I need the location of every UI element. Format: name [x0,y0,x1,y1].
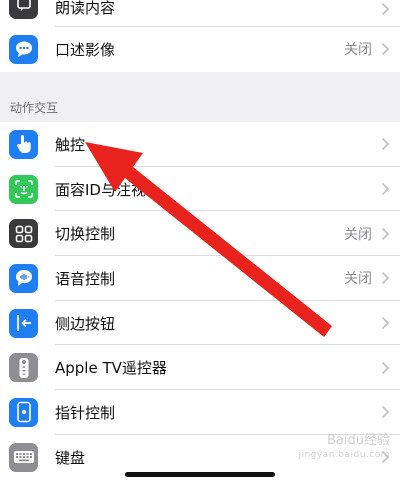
settings-group-top: 朗读内容 口述影像 关闭 [0,0,400,72]
watermark: Baidu经验 jingyan.baidu.com [298,434,390,462]
row-voice-control[interactable]: 语音控制 关闭 [0,256,400,301]
hand-touch-icon [9,129,38,159]
row-label: 朗读内容 [55,0,116,17]
watermark-logo-text: Baidu经验 [327,433,390,448]
row-touch[interactable]: 触控 [0,122,400,167]
row-label: 指针控制 [55,403,116,422]
chevron-right-icon [381,138,390,151]
voice-control-icon [9,263,38,293]
remote-icon [9,353,38,383]
row-label: Apple TV遥控器 [55,359,167,378]
home-indicator[interactable] [125,472,275,477]
chevron-right-icon [381,182,390,196]
chevron-right-icon [381,272,390,285]
chat-bubble-icon [9,34,38,64]
chevron-right-icon [381,2,390,16]
row-value: 关闭 [344,42,372,59]
chevron-right-icon [381,406,390,419]
row-audio-descriptions[interactable]: 口述影像 关闭 [0,27,400,72]
row-label: 面容ID与注视 [55,180,146,199]
row-label: 触控 [55,135,86,154]
chevron-right-icon [381,361,390,374]
row-face-id[interactable]: 面容ID与注视 [0,167,400,212]
row-value: 关闭 [344,226,372,243]
row-label: 语音控制 [55,269,116,288]
watermark-url: jingyan.baidu.com [298,450,390,460]
chevron-right-icon [381,227,390,240]
side-button-icon [9,308,38,338]
row-switch-control[interactable]: 切换控制 关闭 [0,211,400,257]
row-side-button[interactable]: 侧边按钮 [0,301,400,346]
grid-icon [9,219,38,249]
speech-bubble-icon [9,0,38,19]
row-label: 切换控制 [55,225,116,244]
section-header: 动作交互 [10,101,59,115]
chevron-right-icon [381,316,390,330]
row-value: 关闭 [344,271,372,288]
keyboard-icon [9,442,38,472]
face-id-icon [9,174,38,204]
row-label: 侧边按钮 [55,314,116,333]
row-apple-tv-remote[interactable]: Apple TV遥控器 [0,345,400,391]
settings-group-interaction: 触控 面容ID与注视 切换控制 关闭 语音控制 关闭 侧边按钮 Apple TV… [0,122,400,480]
pointer-icon [9,397,38,427]
row-label: 键盘 [55,448,86,467]
row-spoken-content[interactable]: 朗读内容 [0,0,400,27]
row-pointer-control[interactable]: 指针控制 [0,390,400,435]
row-label: 口述影像 [55,40,116,59]
chevron-right-icon [381,43,390,56]
